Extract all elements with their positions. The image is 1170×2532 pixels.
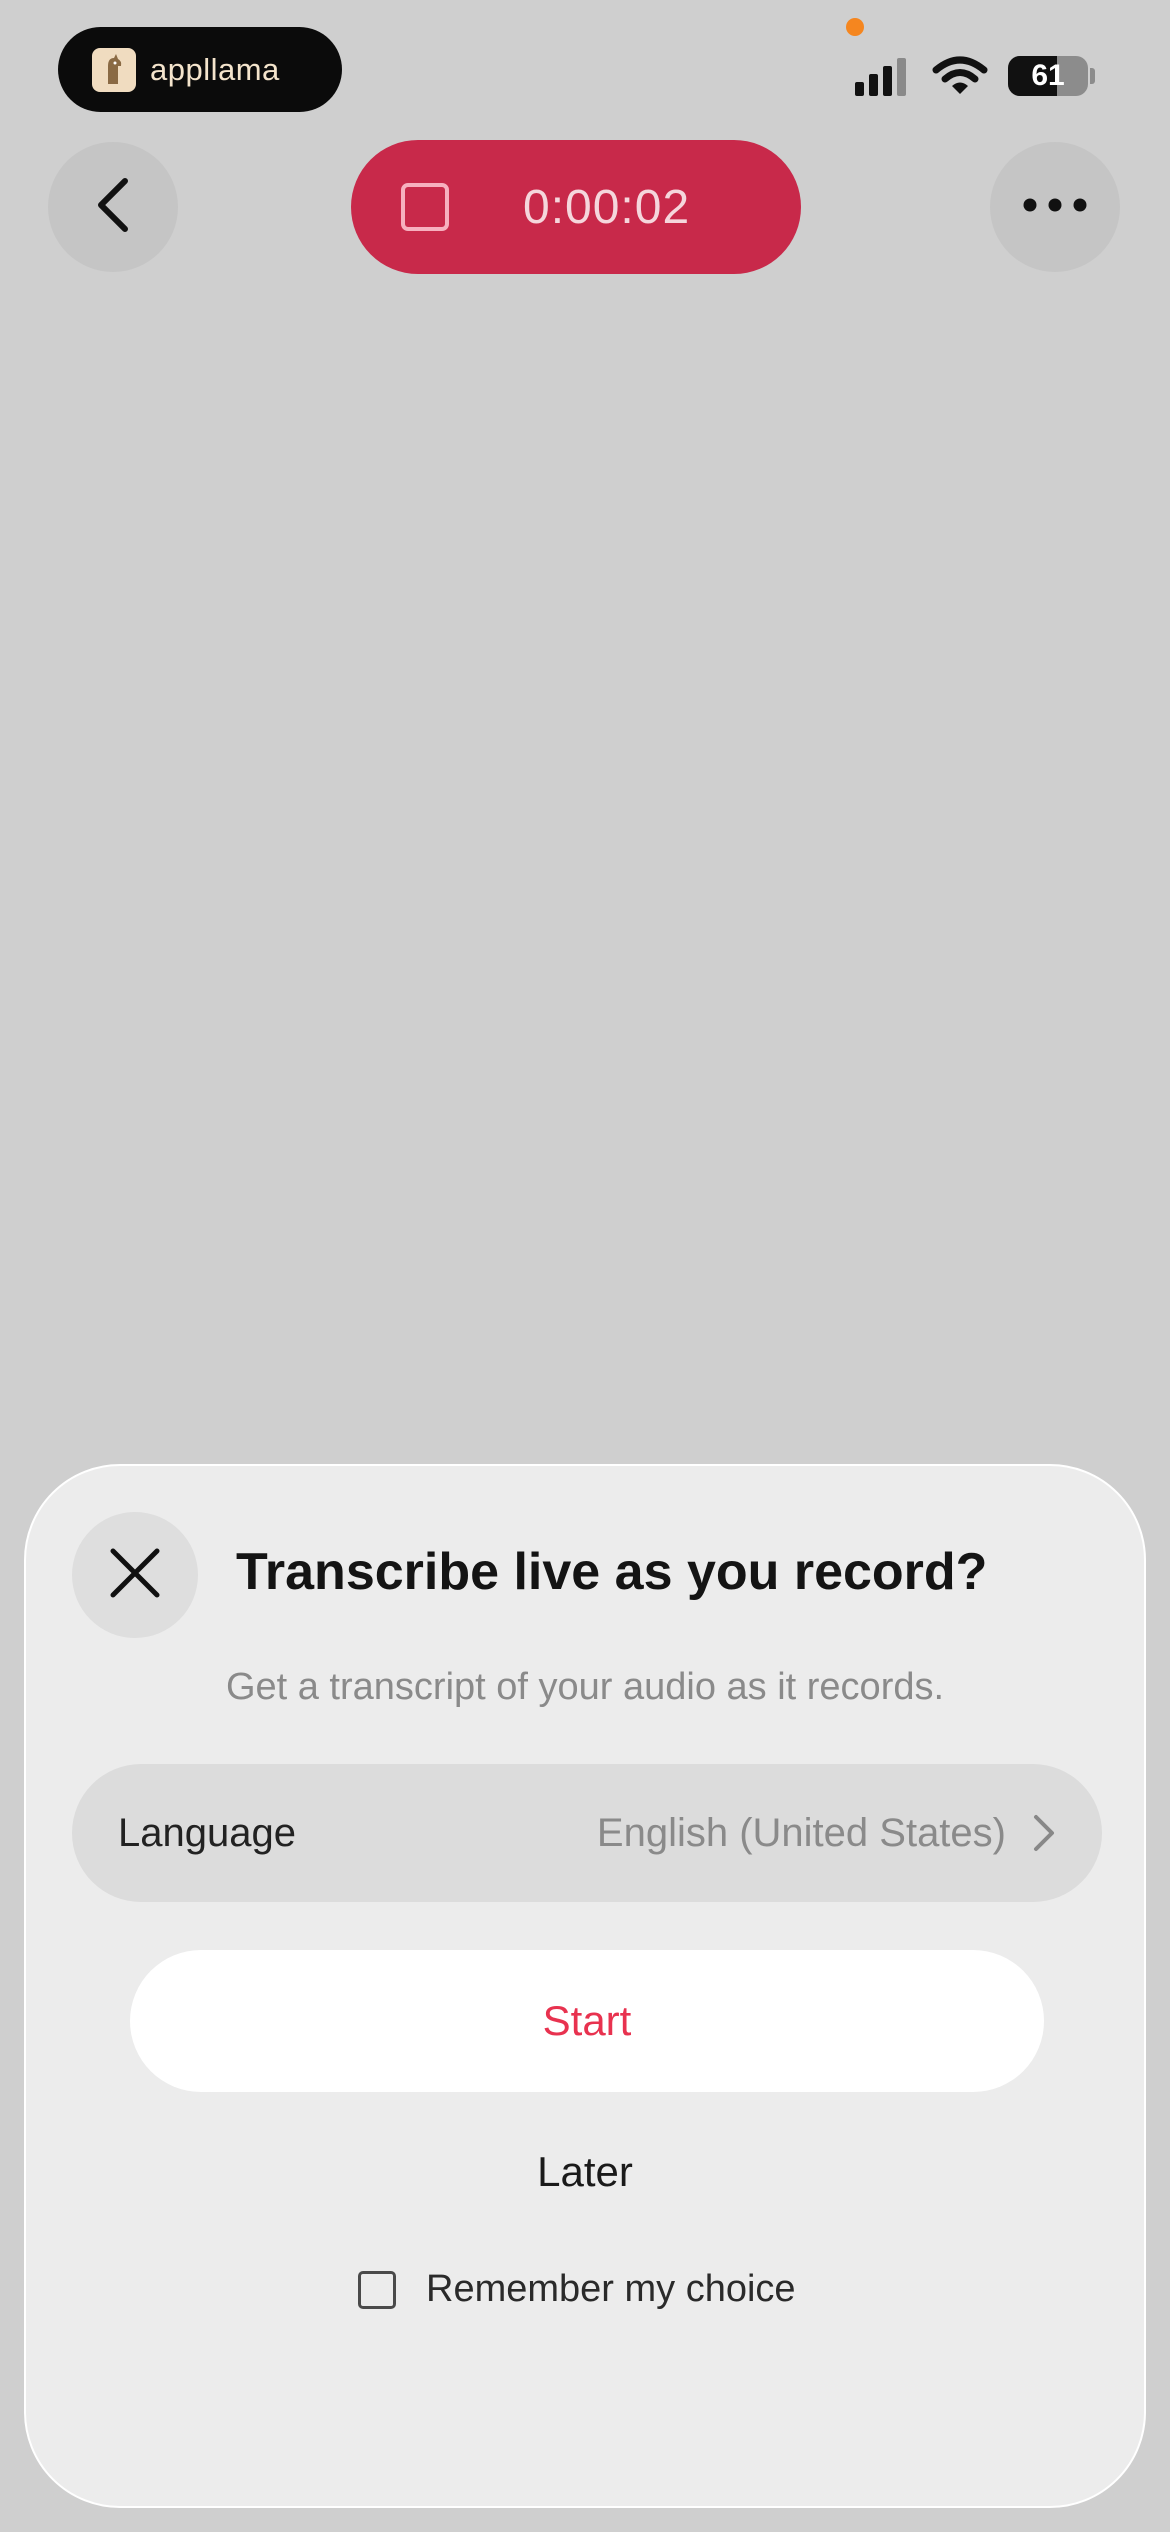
live-transcription-sheet: Transcribe live as you record? Get a tra…: [24, 1464, 1146, 2508]
back-button[interactable]: [48, 142, 178, 272]
sheet-title: Transcribe live as you record?: [236, 1543, 988, 1601]
chevron-right-icon: [1032, 1813, 1056, 1853]
remember-choice-option[interactable]: Remember my choice: [358, 2268, 796, 2311]
wifi-icon: [932, 56, 988, 101]
later-button[interactable]: Later: [26, 2148, 1144, 2196]
close-icon: [109, 1547, 161, 1604]
more-options-button[interactable]: [990, 142, 1120, 272]
app-recording-indicator-pill[interactable]: appllama: [58, 27, 342, 112]
app-name: appllama: [150, 51, 280, 87]
close-button[interactable]: [72, 1512, 198, 1638]
remember-choice-checkbox[interactable]: [358, 2270, 396, 2309]
recording-elapsed-time: 0:00:02: [523, 180, 691, 234]
battery-percent: 61: [1031, 59, 1065, 92]
language-selector[interactable]: Language English (United States): [72, 1764, 1102, 1902]
llama-logo-icon: [92, 47, 136, 92]
remember-choice-label: Remember my choice: [426, 2268, 796, 2310]
stop-square-icon[interactable]: [401, 183, 449, 231]
language-value: English (United States): [596, 1810, 1006, 1855]
language-label: Language: [118, 1810, 296, 1855]
more-horizontal-icon: [1023, 198, 1087, 217]
battery-indicator: 61: [1008, 56, 1088, 96]
start-button[interactable]: Start: [130, 1950, 1044, 2092]
chevron-left-icon: [91, 175, 135, 240]
sheet-subtitle: Get a transcript of your audio as it rec…: [225, 1666, 945, 1708]
mic-in-use-indicator: [846, 18, 864, 36]
cellular-signal-icon: [855, 58, 906, 96]
battery-tip: [1090, 68, 1095, 84]
recording-timer-pill[interactable]: 0:00:02: [351, 140, 801, 274]
